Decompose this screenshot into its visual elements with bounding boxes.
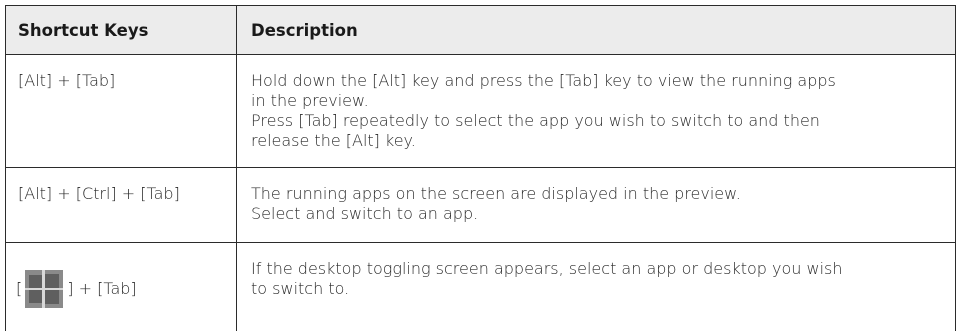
table-row: [ ] + [Tab] If the desktop toggling scre… (6, 242, 955, 331)
header-description: Description (251, 20, 358, 40)
table-header-row: Shortcut Keys Description (6, 5, 955, 55)
description-line: The running apps on the screen are displ… (251, 184, 741, 203)
header-shortcut-keys: Shortcut Keys (6, 6, 237, 54)
description-cell: The running apps on the screen are displ… (237, 168, 955, 242)
description-line: Hold down the [Alt] key and press the [T… (251, 71, 836, 90)
description-line: Press [Tab] repeatedly to select the app… (251, 111, 820, 130)
description-cell: If the desktop toggling screen appears, … (237, 243, 955, 331)
shortcut-keys-cell: [Alt] + [Tab] (6, 55, 237, 167)
table-row: [Alt] + [Tab] Hold down the [Alt] key an… (6, 55, 955, 167)
description-cell: Hold down the [Alt] key and press the [T… (237, 55, 955, 167)
table-row: [Alt] + [Ctrl] + [Tab] The running apps … (6, 167, 955, 242)
description-line: Select and switch to an app. (251, 204, 479, 223)
shortcut-keys-table: Shortcut Keys Description [Alt] + [Tab] … (5, 5, 956, 331)
description-line: in the preview. (251, 91, 369, 110)
description-line: If the desktop toggling screen appears, … (251, 259, 843, 278)
shortcut-keys-cell: [Alt] + [Ctrl] + [Tab] (6, 168, 237, 242)
shortcut-keys-cell: [ ] + [Tab] (6, 243, 237, 331)
description-line: release the [Alt] key. (251, 131, 416, 150)
windows-logo-icon (25, 270, 64, 308)
keys-suffix: ] + [Tab] (67, 279, 137, 298)
description-line: to switch to. (251, 279, 350, 298)
bracket-open: [ (16, 279, 23, 298)
